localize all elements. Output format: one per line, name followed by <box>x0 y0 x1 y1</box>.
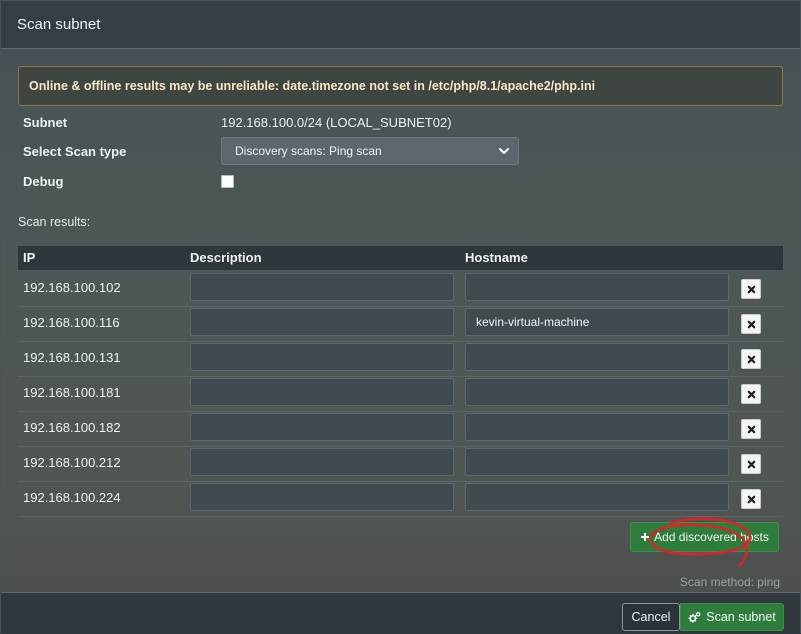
scan-subnet-modal: Scan subnet Online & offline results may… <box>0 0 801 634</box>
subnet-label: Subnet <box>23 115 68 130</box>
gears-icon <box>688 611 701 623</box>
hostname-input[interactable] <box>465 413 729 441</box>
close-icon <box>747 460 755 468</box>
row-ip: 192.168.100.212 <box>23 455 121 470</box>
scan-method-text: Scan method: ping <box>679 575 780 589</box>
alert-text: Online & offline results may be unreliab… <box>29 79 596 93</box>
column-header-ip: IP <box>23 250 36 265</box>
remove-row-button[interactable] <box>741 349 761 369</box>
add-discovered-hosts-label: Add discovered hosts <box>654 530 769 544</box>
modal-header: Scan subnet <box>1 1 800 49</box>
table-row: 192.168.100.131 <box>18 341 783 377</box>
table-row: 192.168.100.182 <box>18 411 783 447</box>
description-input[interactable] <box>190 343 454 371</box>
hostname-input[interactable] <box>465 483 729 511</box>
table-row: 192.168.100.224 <box>18 481 783 517</box>
debug-label: Debug <box>23 174 64 189</box>
debug-checkbox[interactable] <box>221 175 234 188</box>
scan-results-label: Scan results: <box>18 215 91 229</box>
row-ip: 192.168.100.224 <box>23 490 121 505</box>
scan-subnet-button[interactable]: Scan subnet <box>680 603 784 631</box>
table-row: 192.168.100.116 kevin-virtual-machine <box>18 306 783 342</box>
chevron-down-icon <box>499 148 509 154</box>
description-input[interactable] <box>190 308 454 336</box>
remove-row-button[interactable] <box>741 314 761 334</box>
close-icon <box>747 355 755 363</box>
plus-icon <box>641 533 650 541</box>
remove-row-button[interactable] <box>741 384 761 404</box>
remove-row-button[interactable] <box>741 279 761 299</box>
remove-row-button[interactable] <box>741 454 761 474</box>
description-input[interactable] <box>190 483 454 511</box>
hostname-value: kevin-virtual-machine <box>476 315 590 329</box>
scan-type-select[interactable]: Discovery scans: Ping scan <box>221 137 519 165</box>
modal-title: Scan subnet <box>17 16 101 33</box>
table-row: 192.168.100.181 <box>18 376 783 412</box>
cancel-button[interactable]: Cancel <box>622 603 680 631</box>
description-input[interactable] <box>190 378 454 406</box>
hostname-input[interactable]: kevin-virtual-machine <box>465 308 729 336</box>
timezone-warning-alert: Online & offline results may be unreliab… <box>18 66 783 106</box>
column-header-description: Description <box>190 250 262 265</box>
scan-type-selected-value: Discovery scans: Ping scan <box>235 144 382 158</box>
hostname-input[interactable] <box>465 378 729 406</box>
table-row: 192.168.100.102 <box>18 271 783 307</box>
remove-row-button[interactable] <box>741 489 761 509</box>
table-row: 192.168.100.212 <box>18 446 783 482</box>
close-icon <box>747 495 755 503</box>
close-icon <box>747 285 755 293</box>
column-header-hostname: Hostname <box>465 250 528 265</box>
row-ip: 192.168.100.181 <box>23 385 121 400</box>
scan-type-label: Select Scan type <box>23 144 127 159</box>
modal-footer: Cancel Scan subnet <box>1 592 800 634</box>
add-discovered-hosts-button[interactable]: Add discovered hosts <box>630 522 779 552</box>
results-table-header: IP Description Hostname <box>18 246 783 270</box>
cancel-button-label: Cancel <box>631 610 671 624</box>
description-input[interactable] <box>190 413 454 441</box>
hostname-input[interactable] <box>465 273 729 301</box>
row-ip: 192.168.100.116 <box>23 315 120 330</box>
row-ip: 192.168.100.131 <box>23 350 121 365</box>
hostname-input[interactable] <box>465 343 729 371</box>
row-ip: 192.168.100.102 <box>23 280 121 295</box>
row-ip: 192.168.100.182 <box>23 420 121 435</box>
scan-subnet-button-label: Scan subnet <box>706 610 776 624</box>
close-icon <box>747 425 755 433</box>
description-input[interactable] <box>190 448 454 476</box>
hostname-input[interactable] <box>465 448 729 476</box>
close-icon <box>747 320 755 328</box>
description-input[interactable] <box>190 273 454 301</box>
remove-row-button[interactable] <box>741 419 761 439</box>
subnet-value: 192.168.100.0/24 (LOCAL_SUBNET02) <box>221 115 452 130</box>
close-icon <box>747 390 755 398</box>
